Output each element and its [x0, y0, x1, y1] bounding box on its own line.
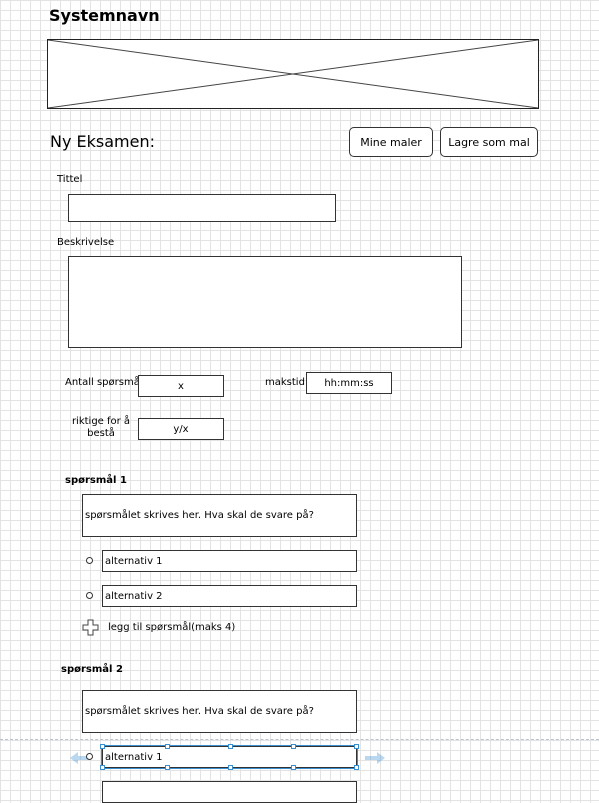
question-1-title: spørsmål 1 — [65, 475, 127, 486]
plus-icon[interactable] — [82, 619, 99, 636]
question-1-alternative-2-input[interactable]: alternativ 2 — [102, 585, 357, 607]
max-time-label: makstid — [265, 377, 305, 388]
image-placeholder-icon — [48, 40, 538, 108]
question-count-input[interactable]: x — [138, 375, 224, 397]
my-templates-button[interactable]: Mine maler — [349, 127, 433, 157]
selection-handle[interactable] — [165, 765, 170, 770]
correct-to-pass-label: riktige for å bestå — [71, 416, 131, 439]
selection-handle[interactable] — [228, 765, 233, 770]
page-break-guide — [0, 739, 599, 740]
question-count-label: Antall spørsmål — [65, 377, 143, 388]
selection-handle[interactable] — [100, 765, 105, 770]
question-2-alternative-2-input[interactable] — [102, 781, 357, 803]
question-1-alternative-1-input[interactable]: alternativ 1 — [102, 550, 357, 572]
selection-handle[interactable] — [165, 744, 170, 749]
selection-handle[interactable] — [291, 765, 296, 770]
image-placeholder — [47, 39, 539, 109]
selection-handle[interactable] — [354, 744, 359, 749]
max-time-input[interactable]: hh:mm:ss — [306, 372, 392, 394]
add-alternative-link[interactable]: legg til spørsmål(maks 4) — [108, 622, 235, 633]
selection-handle[interactable] — [228, 744, 233, 749]
correct-to-pass-input[interactable]: y/x — [138, 418, 224, 440]
radio-button-icon[interactable] — [86, 753, 93, 760]
system-name: Systemnavn — [49, 6, 160, 25]
title-label: Tittel — [57, 174, 83, 185]
radio-button-icon[interactable] — [86, 557, 93, 564]
radio-button-icon[interactable] — [86, 592, 93, 599]
title-input[interactable] — [68, 194, 336, 222]
description-input[interactable] — [68, 256, 462, 348]
question-1-prompt-input[interactable]: spørsmålet skrives her. Hva skal de svar… — [82, 494, 357, 537]
selection-handle[interactable] — [100, 744, 105, 749]
selection-handle[interactable] — [291, 744, 296, 749]
move-right-arrow-icon[interactable] — [365, 751, 385, 765]
page-title: Ny Eksamen: — [50, 132, 155, 151]
question-2-prompt-input[interactable]: spørsmålet skrives her. Hva skal de svar… — [82, 690, 357, 733]
save-as-template-button[interactable]: Lagre som mal — [440, 127, 538, 157]
question-2-title: spørsmål 2 — [61, 664, 123, 675]
selection-handle[interactable] — [354, 765, 359, 770]
description-label: Beskrivelse — [57, 237, 115, 248]
